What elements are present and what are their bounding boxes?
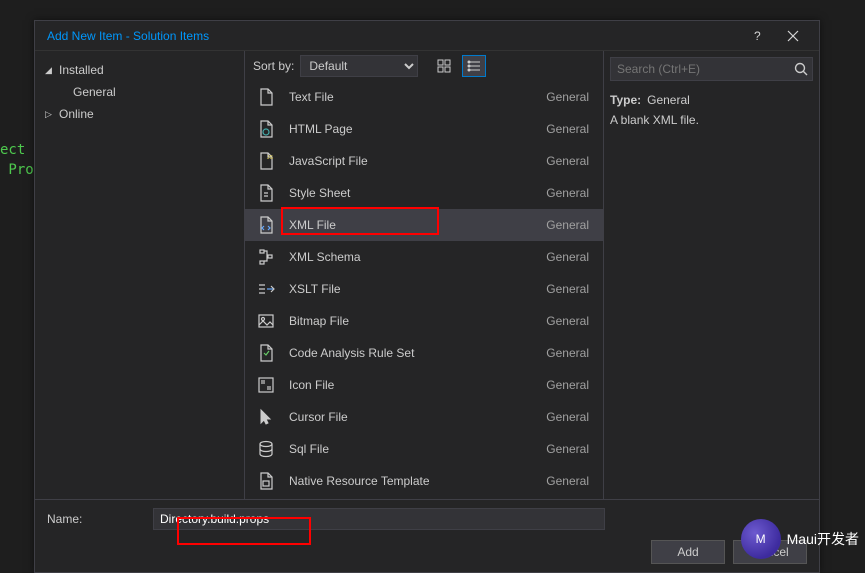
add-button[interactable]: Add [651,540,725,564]
dialog-titlebar[interactable]: Add New Item - Solution Items ? [35,21,819,51]
chevron-right-icon: ▷ [45,109,55,120]
tree-label: Installed [59,63,104,77]
sort-label: Sort by: [253,59,294,73]
name-label: Name: [47,512,139,526]
template-category: General [546,282,593,296]
file-type-icon [255,182,277,204]
file-type-icon [255,342,277,364]
detail-description: A blank XML file. [610,113,813,127]
dialog-title: Add New Item - Solution Items [47,29,739,43]
add-new-item-dialog: Add New Item - Solution Items ? ◢ Instal… [34,20,820,573]
tree-online[interactable]: ▷ Online [35,103,244,125]
file-type-icon [255,438,277,460]
template-category: General [546,186,593,200]
watermark: M Maui开发者 [741,519,859,559]
detail-pane: Type: General A blank XML file. [603,51,819,499]
template-item[interactable]: Text FileGeneral [245,81,603,113]
file-type-icon: JS [255,150,277,172]
view-medium-icons-button[interactable] [432,55,456,77]
search-input[interactable] [610,57,813,81]
watermark-avatar-icon: M [741,519,781,559]
close-button[interactable] [775,21,811,51]
template-item[interactable]: JS JavaScript FileGeneral [245,145,603,177]
template-label: Cursor File [289,410,546,424]
template-item[interactable]: XML SchemaGeneral [245,241,603,273]
help-button[interactable]: ? [739,21,775,51]
template-category: General [546,154,593,168]
search-icon[interactable] [793,61,809,77]
svg-text:?: ? [754,30,761,42]
template-label: Sql File [289,442,546,456]
detail-type-value: General [647,93,690,107]
template-label: Icon File [289,378,546,392]
template-label: HTML Page [289,122,546,136]
template-label: Bitmap File [289,314,546,328]
template-label: Text File [289,90,546,104]
chevron-down-icon: ◢ [45,65,55,76]
template-item[interactable]: XSLT FileGeneral [245,273,603,305]
template-label: JavaScript File [289,154,546,168]
detail-type-label: Type: [610,93,641,107]
file-type-icon [255,214,277,236]
template-pane: Sort by: Default Text FileGeneralHTML Pa… [245,51,603,499]
file-type-icon [255,310,277,332]
template-item[interactable]: Icon FileGeneral [245,369,603,401]
template-item[interactable]: Style SheetGeneral [245,177,603,209]
template-category: General [546,122,593,136]
file-type-icon [255,374,277,396]
search-box [610,57,813,81]
template-category: General [546,474,593,488]
watermark-text: Maui开发者 [787,529,859,549]
template-category: General [546,250,593,264]
template-category: General [546,378,593,392]
template-category: General [546,410,593,424]
view-small-icons-button[interactable] [462,55,486,77]
dialog-bottom: Name: Add Cancel [35,499,819,572]
template-category: General [546,218,593,232]
template-label: Style Sheet [289,186,546,200]
template-item[interactable]: Native Resource TemplateGeneral [245,465,603,497]
template-toolbar: Sort by: Default [245,51,603,81]
template-item[interactable]: Cursor FileGeneral [245,401,603,433]
category-tree: ◢ Installed General ▷ Online [35,51,245,499]
tree-label: General [73,85,116,99]
template-category: General [546,90,593,104]
tree-label: Online [59,107,94,121]
template-item[interactable]: Code Analysis Rule SetGeneral [245,337,603,369]
svg-text:JS: JS [267,155,274,161]
tree-general[interactable]: General [35,81,244,103]
file-type-icon [255,118,277,140]
file-type-icon [255,278,277,300]
tree-installed[interactable]: ◢ Installed [35,59,244,81]
template-item[interactable]: XML FileGeneral [245,209,603,241]
template-category: General [546,314,593,328]
template-label: XML File [289,218,546,232]
template-label: XML Schema [289,250,546,264]
file-type-icon [255,86,277,108]
file-type-icon [255,406,277,428]
template-category: General [546,442,593,456]
template-item[interactable]: HTML PageGeneral [245,113,603,145]
file-type-icon [255,246,277,268]
template-list[interactable]: Text FileGeneralHTML PageGeneralJSJavaSc… [245,81,603,499]
template-label: Native Resource Template [289,474,546,488]
template-item[interactable]: Sql FileGeneral [245,433,603,465]
file-type-icon [255,470,277,492]
sort-select[interactable]: Default [300,55,418,77]
template-category: General [546,346,593,360]
template-item[interactable]: Bitmap FileGeneral [245,305,603,337]
template-details: Type: General A blank XML file. [610,87,813,127]
template-label: Code Analysis Rule Set [289,346,546,360]
template-label: XSLT File [289,282,546,296]
name-input[interactable] [153,508,605,530]
